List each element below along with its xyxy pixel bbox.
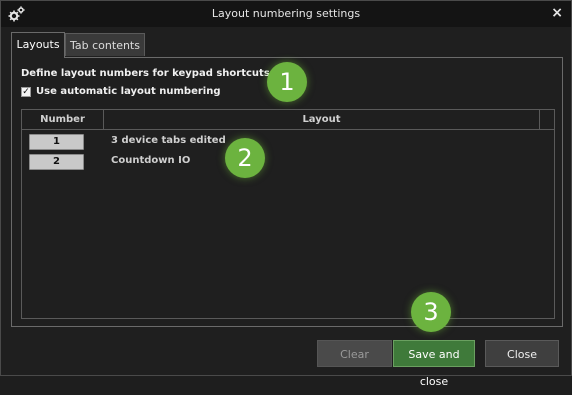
dialog-title: Layout numbering settings	[211, 7, 361, 20]
layout-name: 3 device tabs edited	[111, 135, 226, 146]
close-icon[interactable]: ×	[551, 4, 563, 22]
tab-layouts[interactable]: Layouts	[11, 32, 65, 58]
layout-table: Number Layout 1 3 device tabs edited 2 C…	[21, 109, 555, 319]
annotation-badge-3: 3	[411, 292, 451, 332]
title-bar[interactable]: Layout numbering settings ×	[1, 1, 571, 27]
column-header-number[interactable]: Number	[22, 110, 104, 129]
annotation-badge-2: 2	[225, 138, 265, 178]
layout-name: Countdown IO	[111, 155, 191, 166]
save-and-close-button[interactable]: Save and close	[393, 340, 475, 388]
tab-tab-contents[interactable]: Tab contents	[65, 33, 145, 56]
column-header-spacer	[540, 110, 554, 129]
layout-number-button[interactable]: 2	[29, 154, 84, 170]
table-row[interactable]: 2 Countdown IO	[22, 153, 554, 171]
clear-button[interactable]: Clear	[317, 340, 392, 367]
auto-numbering-label[interactable]: Use automatic layout numbering	[36, 86, 221, 97]
close-button[interactable]: Close	[485, 340, 559, 367]
table-row[interactable]: 1 3 device tabs edited	[22, 133, 554, 151]
annotation-badge-1: 1	[267, 62, 307, 102]
table-header: Number Layout	[22, 110, 554, 130]
settings-dialog: Layout numbering settings × Layouts Tab …	[0, 0, 572, 388]
layout-number-button[interactable]: 1	[29, 134, 84, 150]
auto-numbering-checkbox[interactable]: ✓	[21, 87, 31, 97]
column-header-layout[interactable]: Layout	[104, 110, 540, 129]
panel-description: Define layout numbers for keypad shortcu…	[21, 68, 295, 79]
